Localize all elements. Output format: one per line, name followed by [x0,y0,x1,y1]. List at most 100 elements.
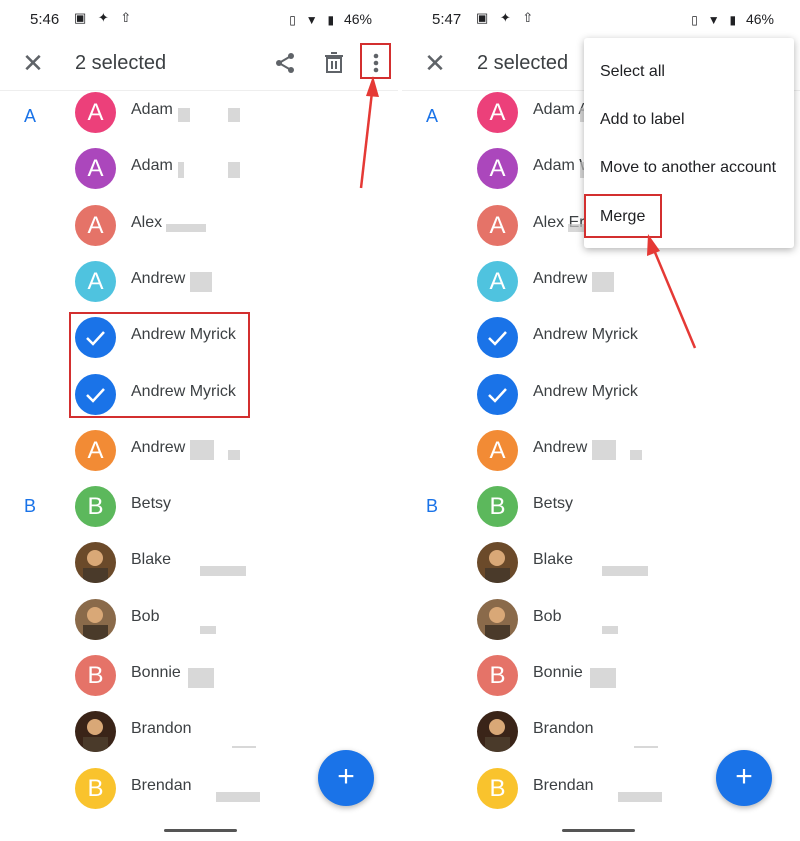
avatar-initial: B [87,493,104,521]
selection-count-title: 2 selected [75,52,167,74]
menu-item-select-all[interactable]: Select all [600,63,665,81]
contact-row[interactable]: A Adam [0,140,398,196]
menu-item-move-account[interactable]: Move to another account [600,159,776,177]
redacted-text [592,440,616,460]
avatar-initial: B [489,662,506,689]
contact-row[interactable]: Andrew Myrick [402,309,800,365]
wifi-icon: ▼ [305,13,318,27]
contact-row[interactable]: B Betsy [0,478,398,534]
contact-photo-avatar[interactable] [75,598,116,640]
contact-name: Brendan [533,776,594,794]
avatar-initial: A [489,99,506,126]
redacted-text [232,746,256,748]
contact-name: Andrew [131,438,186,456]
contact-name: Bonnie [131,664,181,681]
selected-check-avatar[interactable] [477,373,518,415]
notification-icons: ▣ ✦ ⇧ [74,10,136,25]
contact-name: Bob [131,607,160,625]
delete-icon[interactable] [321,50,347,76]
selection-toolbar: ✕ 2 selected [0,40,398,88]
contact-name: Betsy [131,495,172,513]
merge-highlight [584,194,662,238]
check-icon [488,387,507,403]
menu-item-add-to-label[interactable]: Add to label [600,111,685,129]
close-icon[interactable]: ✕ [422,50,448,76]
status-time: 5:47 [432,11,462,28]
redacted-text [166,224,206,232]
avatar-initial: A [87,211,104,239]
contact-initial-avatar[interactable]: B [477,486,518,528]
redacted-text [188,668,214,688]
contact-name: Brandon [533,720,594,738]
contact-name: Andrew Myrick [533,382,638,400]
avatar-initial: B [489,493,506,521]
close-icon[interactable]: ✕ [20,50,46,76]
contact-initial-avatar[interactable]: B [477,655,518,696]
notification-icons: ▣ ✦ ⇧ [476,10,538,25]
avatar-initial: A [87,99,104,126]
battery-icon: ▮ [729,13,737,27]
wifi-icon: ▼ [707,13,720,27]
contact-initial-avatar[interactable]: A [477,260,518,302]
more-options-highlight [360,43,391,79]
contact-name: Bob [533,607,562,625]
redacted-text [228,162,240,178]
redacted-text [618,792,662,802]
redacted-text [228,108,240,122]
contact-row[interactable]: A Adam [0,84,398,140]
contact-photo-avatar[interactable] [75,711,116,753]
gesture-nav-bar[interactable] [164,829,237,832]
avatar-initial: A [489,267,506,295]
contact-initial-avatar[interactable]: B [75,486,116,528]
avatar-initial: A [87,155,104,183]
avatar-initial: A [489,436,506,464]
add-contact-fab[interactable]: + [318,750,374,806]
contact-name: Adam [131,157,173,175]
add-contact-fab[interactable]: + [716,750,772,806]
contact-initial-avatar[interactable]: A [75,260,116,302]
avatar-initial: A [87,436,104,464]
contact-row[interactable]: Blake [0,534,398,590]
contact-photo-avatar[interactable] [477,711,518,753]
redacted-text [178,162,184,178]
contact-initial-avatar[interactable]: A [477,148,518,190]
contact-photo-avatar[interactable] [477,542,518,584]
contact-name: Andrew Myrick [533,326,638,344]
contact-name: Betsy [533,495,574,513]
contact-row[interactable]: Andrew Myrick [402,366,800,422]
contact-initial-avatar[interactable]: B [75,655,116,696]
contact-row[interactable]: B Betsy [402,478,800,534]
redacted-text [190,440,214,460]
contact-initial-avatar[interactable]: A [75,429,116,471]
redacted-text [228,450,240,460]
selection-count-title: 2 selected [477,52,569,74]
contact-initial-avatar[interactable]: A [477,429,518,471]
contact-row[interactable]: Bob [402,591,800,647]
selected-check-avatar[interactable] [477,317,518,359]
contact-initial-avatar[interactable]: A [477,204,518,246]
avatar-initial: A [489,155,506,183]
redacted-text [200,566,246,576]
gesture-nav-bar[interactable] [562,829,635,832]
status-right: ▯ ▼ ▮ 46% [691,11,774,27]
contact-name: Andrew [131,269,186,287]
contact-initial-avatar[interactable]: A [477,92,518,133]
redacted-text [634,746,658,748]
contact-photo-avatar[interactable] [75,542,116,584]
contact-initial-avatar[interactable]: A [75,204,116,246]
contact-photo-avatar[interactable] [477,598,518,640]
redacted-text [190,272,212,292]
contact-initial-avatar[interactable]: A [75,148,116,190]
contact-initial-avatar[interactable]: B [477,767,518,809]
redacted-text [590,668,616,688]
contact-row[interactable]: Bob [0,591,398,647]
contact-initial-avatar[interactable]: A [75,92,116,133]
share-icon[interactable] [272,50,298,76]
redacted-text [602,566,648,576]
contact-name: Adam [131,101,173,118]
contacts-screen-left: 5:46 ▣ ✦ ⇧ ▯ ▼ ▮ 46% ✕ 2 selected A B AA… [0,0,398,841]
battery-percent: 46% [343,11,372,27]
contact-name: Brendan [131,776,192,794]
contact-initial-avatar[interactable]: B [75,767,116,809]
contact-row[interactable]: Blake [402,534,800,590]
